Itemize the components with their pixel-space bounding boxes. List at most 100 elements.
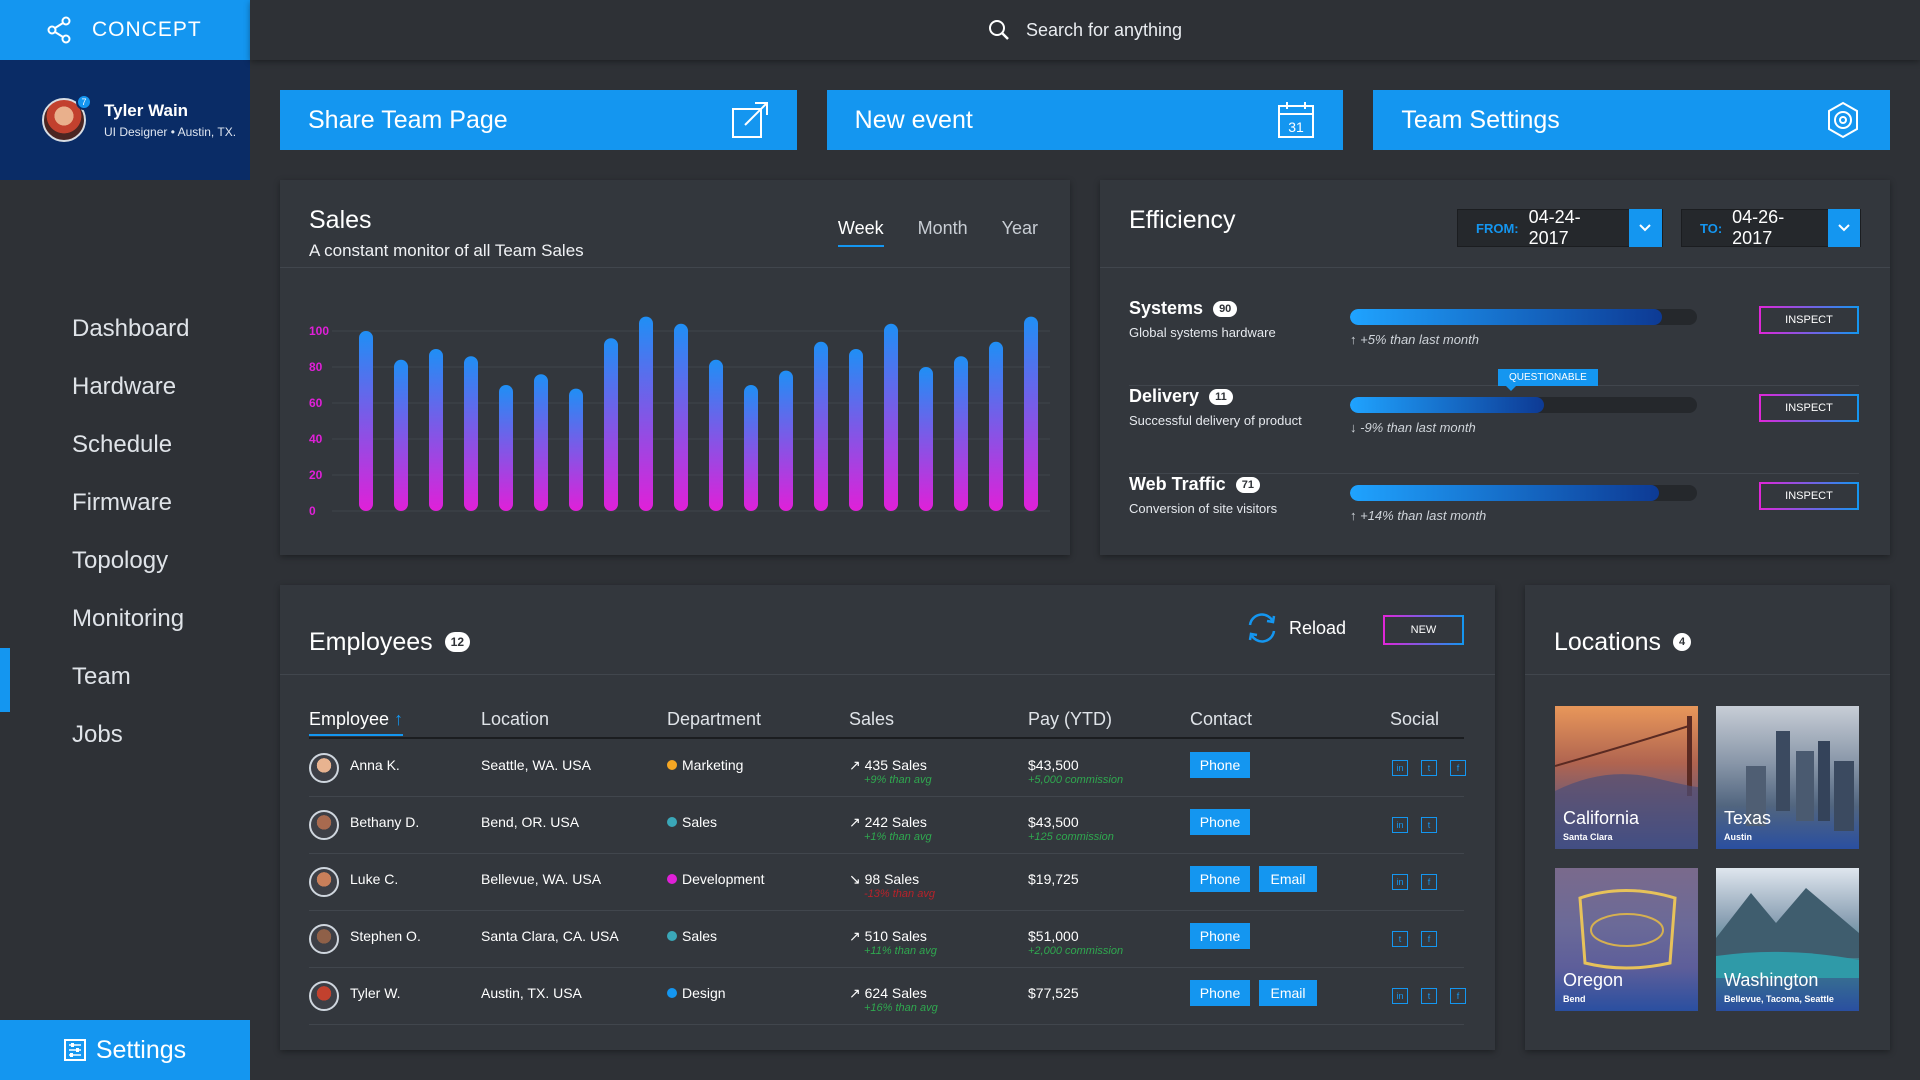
- nav-item-team[interactable]: Team: [0, 648, 250, 712]
- sales-bar[interactable]: [779, 370, 793, 511]
- nav-item-monitoring[interactable]: Monitoring: [0, 590, 250, 648]
- employee-name[interactable]: Stephen O.: [350, 928, 421, 944]
- facebook-icon[interactable]: f: [1450, 760, 1466, 776]
- nav-item-jobs[interactable]: Jobs: [0, 706, 250, 764]
- sales-bar[interactable]: [919, 367, 933, 511]
- facebook-icon[interactable]: f: [1421, 931, 1437, 947]
- column-department[interactable]: Department: [667, 709, 761, 730]
- sales-bar[interactable]: [359, 331, 373, 511]
- nav-item-firmware[interactable]: Firmware: [0, 474, 250, 532]
- settings-button[interactable]: Settings: [0, 1020, 250, 1080]
- progress-bar: [1350, 397, 1697, 413]
- column-employee[interactable]: Employee ↑: [309, 709, 404, 736]
- sales-bar[interactable]: [1024, 316, 1038, 511]
- employee-name[interactable]: Tyler W.: [350, 985, 401, 1001]
- linkedin-icon[interactable]: in: [1392, 760, 1408, 776]
- facebook-icon[interactable]: f: [1421, 874, 1437, 890]
- brand-bar[interactable]: CONCEPT: [0, 0, 250, 60]
- share-team-page-button[interactable]: Share Team Page: [280, 90, 797, 150]
- new-event-button[interactable]: New event 31: [826, 90, 1344, 150]
- table-row[interactable]: Anna K. Seattle, WA. USA Marketing ↗ 435 Sa…: [309, 740, 1466, 797]
- reload-button[interactable]: Reload: [1245, 613, 1346, 643]
- nav-item-topology[interactable]: Topology: [0, 532, 250, 590]
- from-date-select[interactable]: FROM: 04-24-2017: [1457, 207, 1663, 248]
- column-pay[interactable]: Pay (YTD): [1028, 709, 1112, 730]
- to-date-select[interactable]: TO: 04-26-2017: [1681, 207, 1861, 248]
- sales-bar[interactable]: [394, 359, 408, 511]
- sales-bar[interactable]: [849, 349, 863, 511]
- main-nav: Dashboard Hardware Schedule Firmware Top…: [0, 300, 250, 764]
- twitter-icon[interactable]: t: [1421, 988, 1437, 1004]
- column-social[interactable]: Social: [1390, 709, 1439, 730]
- inspect-button[interactable]: INSPECT: [1759, 482, 1859, 510]
- employee-name[interactable]: Bethany D.: [350, 814, 419, 830]
- sales-bar[interactable]: [814, 341, 828, 511]
- nav-item-dashboard[interactable]: Dashboard: [0, 300, 250, 358]
- employee-sales: ↗ 242 Sales: [849, 814, 927, 831]
- employee-name[interactable]: Luke C.: [350, 871, 398, 887]
- phone-button[interactable]: Phone: [1190, 809, 1250, 835]
- employee-name[interactable]: Anna K.: [350, 757, 400, 773]
- column-contact[interactable]: Contact: [1190, 709, 1252, 730]
- twitter-icon[interactable]: t: [1421, 760, 1437, 776]
- sales-bar[interactable]: [534, 374, 548, 511]
- user-profile[interactable]: 7 Tyler Wain UI Designer • Austin, TX.: [0, 60, 250, 180]
- team-settings-button[interactable]: Team Settings: [1373, 90, 1891, 150]
- table-row[interactable]: Luke C. Bellevue, WA. USA Development ↘ 98 …: [309, 854, 1464, 911]
- linkedin-icon[interactable]: in: [1392, 817, 1408, 833]
- location-tile-oregon[interactable]: Oregon Bend: [1555, 868, 1698, 1011]
- sales-value: 242 Sales: [864, 814, 927, 830]
- twitter-icon[interactable]: t: [1421, 817, 1437, 833]
- phone-button[interactable]: Phone: [1190, 923, 1250, 949]
- facebook-icon[interactable]: f: [1450, 988, 1466, 1004]
- new-employee-button[interactable]: NEW: [1383, 615, 1464, 645]
- linkedin-icon[interactable]: in: [1392, 988, 1408, 1004]
- phone-button[interactable]: Phone: [1190, 752, 1250, 778]
- tab-year[interactable]: Year: [1002, 218, 1038, 247]
- tab-month[interactable]: Month: [918, 218, 968, 247]
- sales-value: 98 Sales: [864, 871, 920, 887]
- phone-button[interactable]: Phone: [1190, 866, 1250, 892]
- sales-bar[interactable]: [709, 359, 723, 511]
- sales-bar[interactable]: [884, 323, 898, 511]
- sales-bar[interactable]: [569, 388, 583, 511]
- sales-bar[interactable]: [639, 316, 653, 511]
- column-location[interactable]: Location: [481, 709, 549, 730]
- sales-bar[interactable]: [674, 323, 688, 511]
- table-row[interactable]: Stephen O. Santa Clara, CA. USA Sales ↗ 510…: [309, 911, 1464, 968]
- top-bar: Search for anything: [250, 0, 1920, 60]
- location-tile-washington[interactable]: Washington Bellevue, Tacoma, Seattle: [1716, 868, 1859, 1011]
- inspect-button[interactable]: INSPECT: [1759, 306, 1859, 334]
- sales-bar[interactable]: [499, 385, 513, 511]
- chevron-down-icon[interactable]: [1828, 209, 1860, 247]
- location-tile-texas[interactable]: Texas Austin: [1716, 706, 1859, 849]
- sales-bar[interactable]: [954, 356, 968, 511]
- linkedin-icon[interactable]: in: [1392, 874, 1408, 890]
- inspect-button[interactable]: INSPECT: [1759, 394, 1859, 422]
- sales-value: 510 Sales: [864, 928, 927, 944]
- sales-bar[interactable]: [989, 341, 1003, 511]
- email-button[interactable]: Email: [1259, 980, 1317, 1006]
- sales-bar[interactable]: [464, 356, 478, 511]
- table-row[interactable]: Tyler W. Austin, TX. USA Design ↗ 624 Sales…: [309, 968, 1466, 1025]
- sales-bar[interactable]: [744, 385, 758, 511]
- chevron-down-icon[interactable]: [1628, 209, 1662, 247]
- nav-item-hardware[interactable]: Hardware: [0, 358, 250, 416]
- department-label: Sales: [682, 814, 718, 830]
- trend-arrow-icon: ↘: [849, 871, 861, 887]
- search-input[interactable]: Search for anything: [1026, 20, 1182, 41]
- nav-item-schedule[interactable]: Schedule: [0, 416, 250, 474]
- email-button[interactable]: Email: [1259, 866, 1317, 892]
- share-team-page-label: Share Team Page: [308, 105, 508, 134]
- location-tile-california[interactable]: California Santa Clara: [1555, 706, 1698, 849]
- phone-button[interactable]: Phone: [1190, 980, 1250, 1006]
- twitter-icon[interactable]: t: [1392, 931, 1408, 947]
- sales-bar[interactable]: [604, 338, 618, 511]
- sales-bar[interactable]: [429, 349, 443, 511]
- table-row[interactable]: Bethany D. Bend, OR. USA Sales ↗ 242 Sales +…: [309, 797, 1464, 854]
- column-sales[interactable]: Sales: [849, 709, 894, 730]
- pay-note: +125 commission: [1028, 831, 1114, 843]
- y-tick-label: 40: [309, 432, 323, 446]
- tab-week[interactable]: Week: [837, 218, 884, 247]
- location-name: Texas: [1724, 808, 1772, 828]
